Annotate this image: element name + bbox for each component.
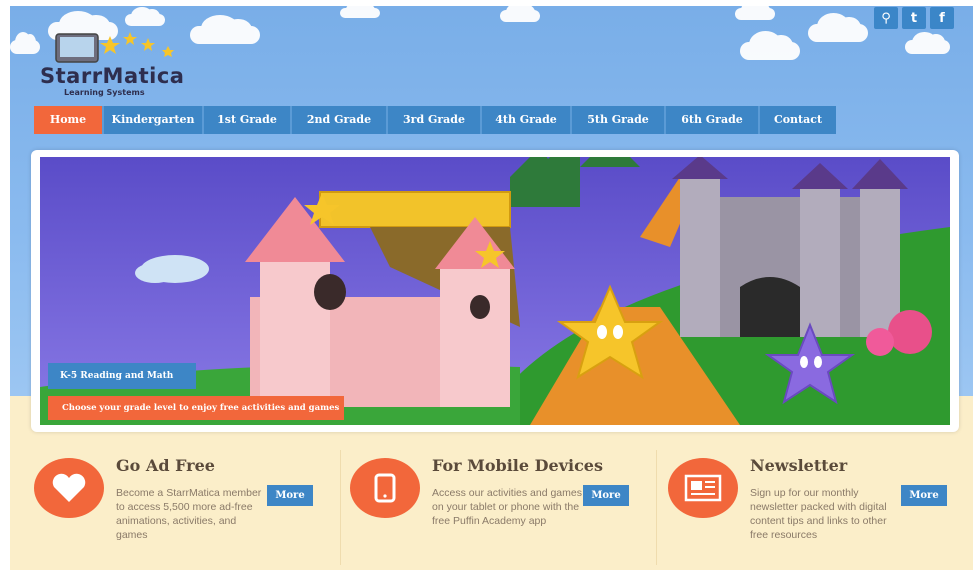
more-button[interactable]: More (267, 485, 313, 506)
cloud (500, 2, 540, 22)
more-button[interactable]: More (901, 485, 947, 506)
nav-contact[interactable]: Contact (760, 106, 836, 134)
cloud (740, 31, 800, 60)
nav-2nd-grade[interactable]: 2nd Grade (292, 106, 388, 134)
cloud (735, 0, 775, 20)
cloud (808, 13, 868, 42)
main-nav: Home Kindergarten 1st Grade 2nd Grade 3r… (34, 106, 836, 134)
facebook-icon[interactable]: f (930, 7, 954, 29)
brand-tagline: Learning Systems (64, 88, 145, 97)
tablet-icon (350, 458, 420, 518)
newspaper-icon (668, 458, 738, 518)
cloud (340, 2, 380, 18)
feature-title: For Mobile Devices (432, 456, 603, 475)
cloud (125, 6, 165, 26)
hero-badge: K-5 Reading and Math (48, 363, 196, 389)
hero-caption: Choose your grade level to enjoy free ac… (48, 396, 344, 420)
nav-home[interactable]: Home (34, 106, 104, 134)
nav-4th-grade[interactable]: 4th Grade (482, 106, 572, 134)
heart-icon (34, 458, 104, 518)
nav-kindergarten[interactable]: Kindergarten (104, 106, 204, 134)
more-button[interactable]: More (583, 485, 629, 506)
divider (340, 450, 341, 565)
feature-title: Go Ad Free (116, 456, 215, 475)
feature-newsletter: Newsletter Sign up for our monthly newsl… (668, 448, 968, 563)
nav-5th-grade[interactable]: 5th Grade (572, 106, 666, 134)
feature-description: Sign up for our monthly newsletter packe… (750, 487, 887, 541)
social-links: ⚲ t f (874, 7, 954, 29)
site-logo[interactable]: StarrMatica Learning Systems (30, 28, 220, 97)
feature-description: Access our activities and games on your … (432, 487, 582, 527)
feature-description: Become a StarrMatica member to access 5,… (116, 487, 262, 541)
nav-6th-grade[interactable]: 6th Grade (666, 106, 760, 134)
cloud (905, 31, 950, 54)
feature-ad-free: Go Ad Free Become a StarrMatica member t… (34, 448, 334, 563)
nav-1st-grade[interactable]: 1st Grade (204, 106, 292, 134)
search-icon[interactable]: ⚲ (874, 7, 898, 29)
feature-mobile: For Mobile Devices Access our activities… (350, 448, 650, 563)
twitter-icon[interactable]: t (902, 7, 926, 29)
brand-name: StarrMatica (40, 64, 185, 88)
hero-banner[interactable] (31, 150, 959, 432)
nav-3rd-grade[interactable]: 3rd Grade (388, 106, 482, 134)
feature-title: Newsletter (750, 456, 848, 475)
divider (656, 450, 657, 565)
